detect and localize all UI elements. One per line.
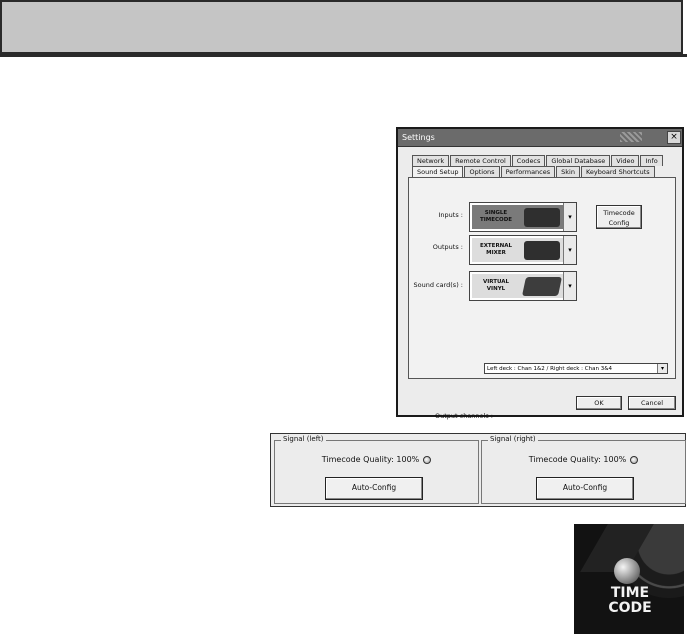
output-channels-select[interactable]: Left deck : Chan 1&2 / Right deck : Chan… (484, 363, 668, 374)
sound-card-label: Sound card(s) : (413, 281, 464, 289)
outputs-combo[interactable]: EXTERNAL MIXER ▾ (469, 235, 577, 265)
top-banner (0, 0, 683, 54)
timecode-quality-right: Timecode Quality: 100% (482, 455, 685, 464)
tab-codecs[interactable]: Codecs (511, 155, 546, 166)
cancel-button[interactable]: Cancel (628, 396, 676, 410)
chevron-down-icon[interactable]: ▾ (563, 236, 576, 264)
sound-setup-panel: Inputs : SINGLE TIMECODE ▾ Timecode Conf… (408, 177, 676, 420)
tab-skin[interactable]: Skin (556, 166, 580, 177)
tab-info[interactable]: Info (640, 155, 663, 166)
close-icon[interactable]: × (667, 131, 681, 144)
inputs-value: SINGLE TIMECODE (479, 210, 513, 223)
single-timecode-image: SINGLE TIMECODE (472, 205, 564, 229)
inputs-combo[interactable]: SINGLE TIMECODE ▾ (469, 202, 577, 232)
tab-sound-setup[interactable]: Sound Setup (412, 166, 464, 177)
tab-keyboard-shortcuts[interactable]: Keyboard Shortcuts (580, 166, 655, 177)
sound-card-value: VIRTUAL VINYL (482, 279, 510, 292)
timecode-quality-right-text: Timecode Quality: 100% (528, 455, 627, 464)
output-channels-value: Left deck : Chan 1&2 / Right deck : Chan… (487, 366, 612, 372)
output-channels-label: Output channels : (434, 412, 493, 420)
tabs-row-2: Sound Setup Options Performances Skin Ke… (412, 166, 656, 177)
timecode-quality-left-text: Timecode Quality: 100% (321, 455, 420, 464)
signal-left-group: Signal (left) Timecode Quality: 100% Aut… (274, 435, 479, 504)
signal-right-group: Signal (right) Timecode Quality: 100% Au… (481, 435, 686, 504)
chevron-down-icon[interactable]: ▾ (657, 364, 667, 373)
tab-performances[interactable]: Performances (500, 166, 556, 177)
logo-text-line1: TIME (610, 585, 650, 601)
tabs-row-1: Network Remote Control Codecs Global Dat… (412, 155, 664, 166)
outputs-value: EXTERNAL MIXER (479, 243, 513, 256)
sound-card-combo[interactable]: VIRTUAL VINYL ▾ (469, 271, 577, 301)
chevron-down-icon[interactable]: ▾ (563, 203, 576, 231)
orb-icon (614, 558, 640, 584)
mixer-device-icon (524, 241, 560, 260)
timecode-logo: TIME CODE (574, 524, 684, 634)
tab-options[interactable]: Options (464, 166, 500, 177)
status-led-icon (423, 455, 432, 464)
dialog-title: Settings (402, 133, 435, 142)
tab-remote-control[interactable]: Remote Control (450, 155, 511, 166)
turntable-laptop-icon (524, 208, 560, 227)
status-led-icon (630, 455, 639, 464)
tab-network[interactable]: Network (412, 155, 450, 166)
tab-video[interactable]: Video (611, 155, 640, 166)
timecode-quality-left: Timecode Quality: 100% (275, 455, 478, 464)
signal-left-legend: Signal (left) (281, 435, 326, 443)
outputs-label: Outputs : (432, 243, 463, 251)
inputs-label: Inputs : (438, 211, 463, 219)
external-mixer-image: EXTERNAL MIXER (472, 238, 564, 262)
timecode-config-button[interactable]: Timecode Config (596, 205, 642, 229)
soundcard-box-icon (521, 277, 563, 296)
ok-button[interactable]: OK (576, 396, 622, 410)
virtual-vinyl-image: VIRTUAL VINYL (472, 274, 564, 298)
settings-dialog: Settings × Network Remote Control Codecs… (396, 127, 684, 420)
logo-text: TIME CODE (598, 586, 662, 616)
signal-right-legend: Signal (right) (488, 435, 538, 443)
logo-text-line2: CODE (608, 600, 652, 616)
top-rule (0, 54, 687, 57)
auto-config-right-button[interactable]: Auto-Config (536, 477, 634, 500)
tab-global-database[interactable]: Global Database (546, 155, 611, 166)
titlebar-grip-icon (620, 132, 642, 142)
auto-config-left-button[interactable]: Auto-Config (325, 477, 423, 500)
dialog-titlebar[interactable]: Settings × (398, 129, 682, 147)
signal-panel: Signal (left) Timecode Quality: 100% Aut… (270, 433, 686, 507)
chevron-down-icon[interactable]: ▾ (563, 272, 576, 300)
